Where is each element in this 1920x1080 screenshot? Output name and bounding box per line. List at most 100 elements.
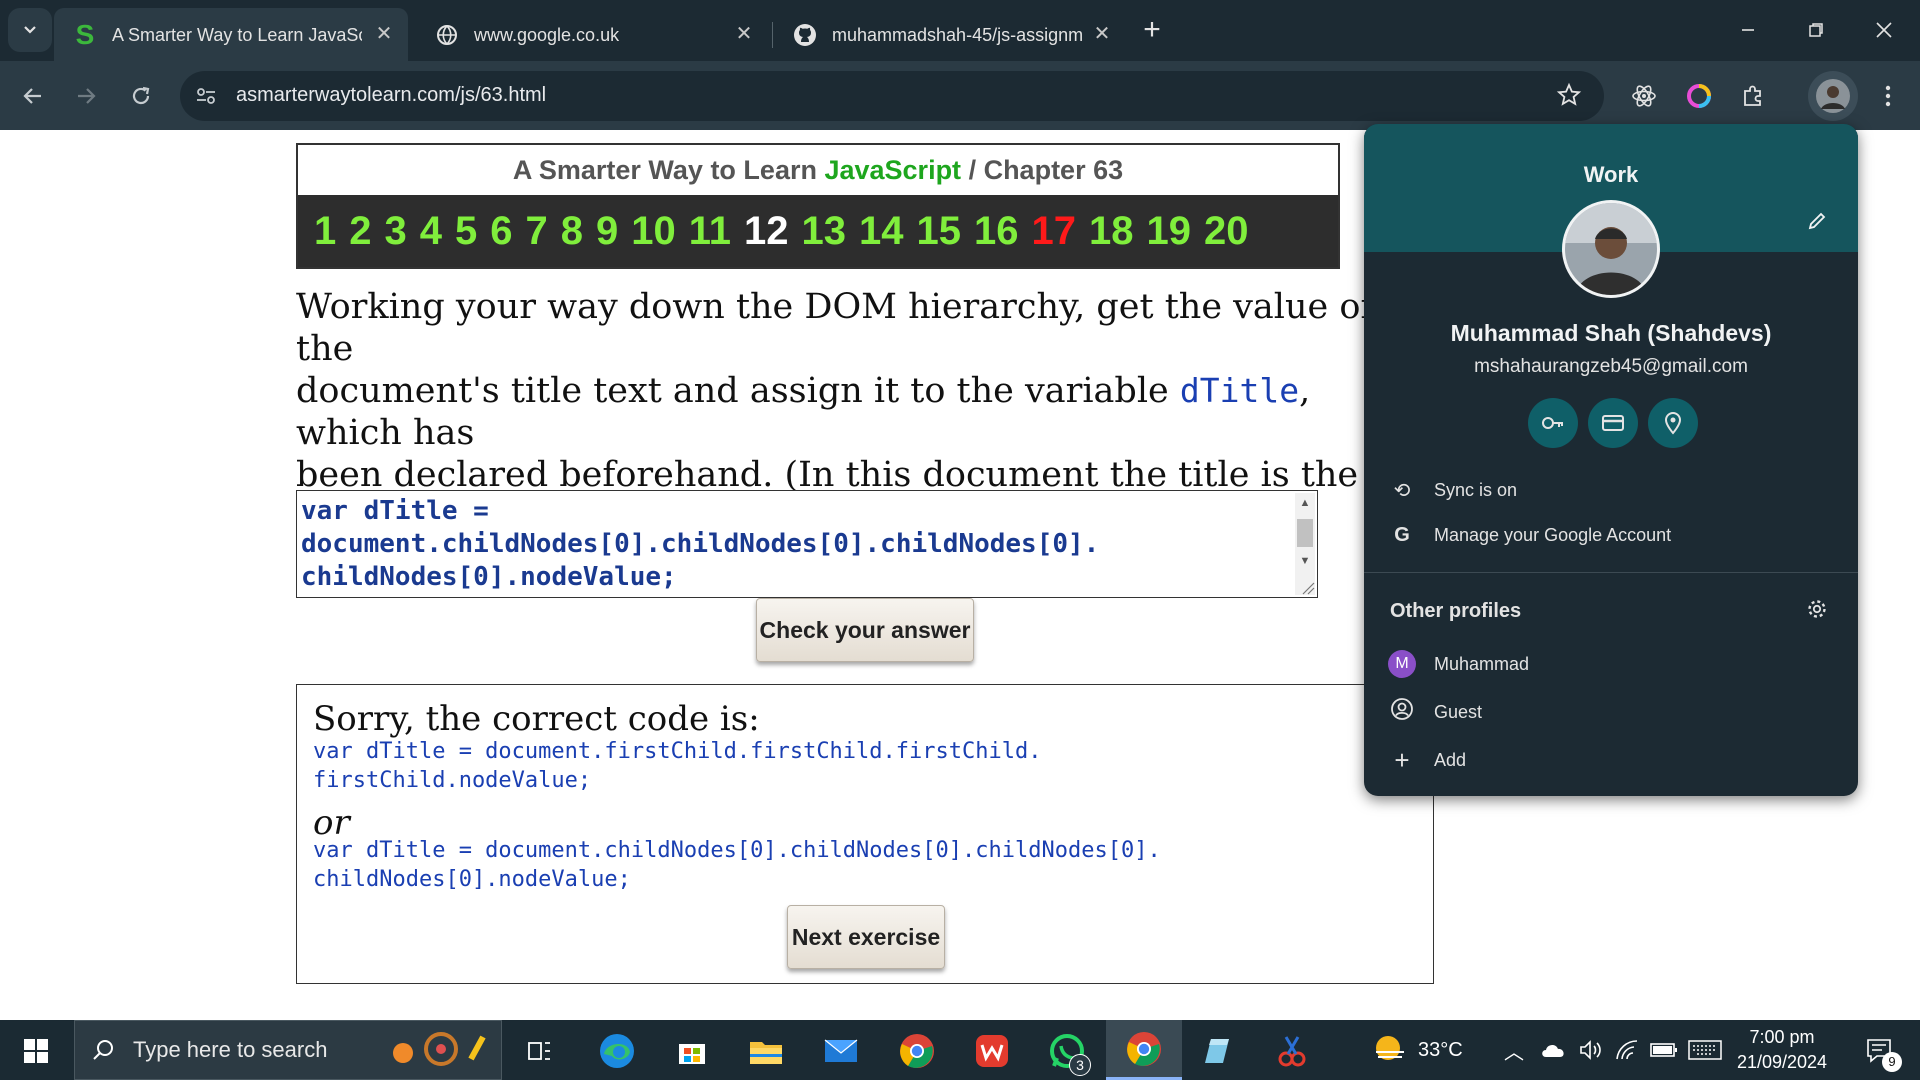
bookmark-star-icon[interactable] — [1556, 82, 1584, 110]
volume-icon[interactable] — [1578, 1039, 1604, 1061]
chapter-link-7[interactable]: 7 — [526, 209, 548, 254]
chapter-link-19[interactable]: 19 — [1147, 209, 1192, 254]
profile-item-guest[interactable]: Guest — [1364, 690, 1858, 734]
edit-pencil-icon[interactable] — [1802, 210, 1832, 240]
color-picker-extension-icon[interactable] — [1677, 74, 1721, 118]
new-tab-button[interactable]: + — [1130, 8, 1174, 52]
manage-account-row[interactable]: G Manage your Google Account — [1364, 513, 1858, 557]
profile-item-muhammad[interactable]: M Muhammad — [1364, 642, 1858, 686]
tab-github[interactable]: muhammadshah-45/js-assignm ✕ — [778, 9, 1122, 61]
address-bar[interactable]: asmarterwaytolearn.com/js/63.html — [180, 71, 1604, 121]
profile-avatar-button[interactable] — [1808, 71, 1858, 121]
react-devtools-extension-icon[interactable] — [1622, 74, 1666, 118]
clock-time: 7:00 pm — [1749, 1027, 1815, 1047]
chapter-link-2[interactable]: 2 — [349, 209, 371, 254]
microsoft-store-icon[interactable] — [664, 1026, 720, 1076]
chapter-link-14[interactable]: 14 — [859, 209, 904, 254]
manage-account-label: Manage your Google Account — [1434, 524, 1672, 545]
start-button[interactable] — [8, 1026, 64, 1076]
keyboard-icon[interactable] — [1688, 1039, 1722, 1061]
resize-handle-icon[interactable] — [1301, 581, 1315, 595]
chapter-link-13[interactable]: 13 — [802, 209, 847, 254]
close-icon[interactable]: ✕ — [732, 22, 756, 46]
answer-code[interactable]: var dTitle = document.childNodes[0].chil… — [301, 495, 1291, 594]
chapter-link-8[interactable]: 8 — [561, 209, 583, 254]
forward-button[interactable] — [64, 74, 108, 118]
tab-search-button[interactable] — [8, 8, 52, 52]
whatsapp-icon[interactable]: 3 — [1039, 1026, 1095, 1076]
chrome-app-icon[interactable] — [889, 1026, 945, 1076]
chapter-link-12[interactable]: 12 — [744, 209, 789, 254]
check-answer-button[interactable]: Check your answer — [756, 598, 974, 662]
chapter-link-3[interactable]: 3 — [385, 209, 407, 254]
wps-office-icon[interactable] — [964, 1026, 1020, 1076]
file-explorer-icon[interactable] — [738, 1026, 794, 1076]
chapter-link-11[interactable]: 11 — [689, 209, 731, 254]
passwords-key-icon[interactable] — [1528, 398, 1578, 448]
chapter-link-18[interactable]: 18 — [1089, 209, 1134, 254]
scrollbar-thumb[interactable] — [1297, 519, 1313, 547]
whatsapp-badge: 3 — [1069, 1054, 1091, 1076]
close-icon[interactable]: ✕ — [1090, 22, 1114, 46]
chapter-link-5[interactable]: 5 — [455, 209, 477, 254]
chapter-link-20[interactable]: 20 — [1204, 209, 1249, 254]
answer-textarea[interactable]: var dTitle = document.childNodes[0].chil… — [296, 490, 1318, 598]
weather-widget[interactable]: 33°C — [1370, 1020, 1463, 1080]
add-profile-item[interactable]: + Add — [1364, 738, 1858, 782]
reload-icon — [132, 86, 150, 105]
onedrive-cloud-icon[interactable] — [1540, 1040, 1568, 1060]
asmarterway-favicon-icon: S — [75, 19, 95, 50]
search-icon — [93, 1040, 113, 1060]
mail-icon[interactable] — [813, 1026, 869, 1076]
notepad-icon[interactable] — [1189, 1026, 1245, 1076]
payment-card-icon[interactable] — [1588, 398, 1638, 448]
site-info-icon[interactable] — [194, 84, 220, 110]
close-icon[interactable]: ✕ — [372, 22, 396, 46]
battery-icon[interactable] — [1650, 1041, 1678, 1059]
minimize-button[interactable] — [1722, 8, 1774, 52]
tab-asmarterway[interactable]: S A Smarter Way to Learn JavaScr ✕ — [58, 9, 404, 61]
chapter-link-4[interactable]: 4 — [420, 209, 442, 254]
location-pin-icon[interactable] — [1648, 398, 1698, 448]
plus-icon: + — [1394, 744, 1410, 775]
chapter-header: A Smarter Way to Learn JavaScript / Chap… — [296, 143, 1340, 269]
chapter-link-6[interactable]: 6 — [490, 209, 512, 254]
taskbar-search-box[interactable]: Type here to search — [74, 1020, 502, 1080]
chapter-link-15[interactable]: 15 — [917, 209, 962, 254]
profile-label: Work — [1583, 162, 1639, 187]
chevron-up-icon[interactable]: ︿ — [1504, 1036, 1524, 1065]
chapter-link-1[interactable]: 1 — [314, 209, 336, 254]
profile-email: mshahaurangzeb45@gmail.com — [1474, 356, 1748, 377]
close-window-button[interactable] — [1858, 8, 1910, 52]
snipping-tool-icon[interactable] — [1264, 1026, 1320, 1076]
task-view-icon[interactable] — [512, 1026, 568, 1076]
back-button[interactable] — [11, 74, 55, 118]
url-text[interactable]: asmarterwaytolearn.com/js/63.html — [236, 84, 546, 107]
scroll-down-icon[interactable]: ▼ — [1295, 551, 1315, 571]
chapter-link-9[interactable]: 9 — [596, 209, 618, 254]
tab-separator — [772, 22, 773, 48]
clock[interactable]: 7:00 pm 21/09/2024 — [1728, 1020, 1836, 1080]
globe-icon — [434, 22, 460, 48]
notification-center-button[interactable]: 9 — [1854, 1020, 1904, 1080]
edge-browser-icon[interactable] — [589, 1026, 645, 1076]
wifi-icon[interactable] — [1614, 1039, 1640, 1061]
scroll-up-icon[interactable]: ▲ — [1295, 493, 1315, 513]
gear-icon[interactable] — [1806, 598, 1828, 626]
next-exercise-button[interactable]: Next exercise — [787, 905, 945, 969]
instructions-variable: dTitle — [1179, 371, 1300, 410]
chapter-link-10[interactable]: 10 — [631, 209, 676, 254]
extensions-puzzle-icon[interactable] — [1731, 74, 1775, 118]
chapter-link-17[interactable]: 17 — [1032, 209, 1077, 254]
reload-button[interactable] — [119, 74, 163, 118]
tab-google[interactable]: www.google.co.uk ✕ — [420, 9, 764, 61]
chrome-active-window-icon[interactable] — [1106, 1020, 1182, 1080]
textarea-scrollbar[interactable]: ▲ ▼ — [1295, 493, 1315, 595]
system-tray: ︿ — [1504, 1020, 1722, 1080]
sync-row[interactable]: ⟲ Sync is on — [1364, 468, 1858, 512]
restore-button[interactable] — [1790, 8, 1842, 52]
profile-menu: Work Muhammad Shah (Shahdevs) mshahauran… — [1364, 124, 1858, 796]
clock-date: 21/09/2024 — [1736, 1052, 1828, 1072]
chapter-link-16[interactable]: 16 — [974, 209, 1019, 254]
chrome-menu-button[interactable] — [1866, 74, 1910, 118]
